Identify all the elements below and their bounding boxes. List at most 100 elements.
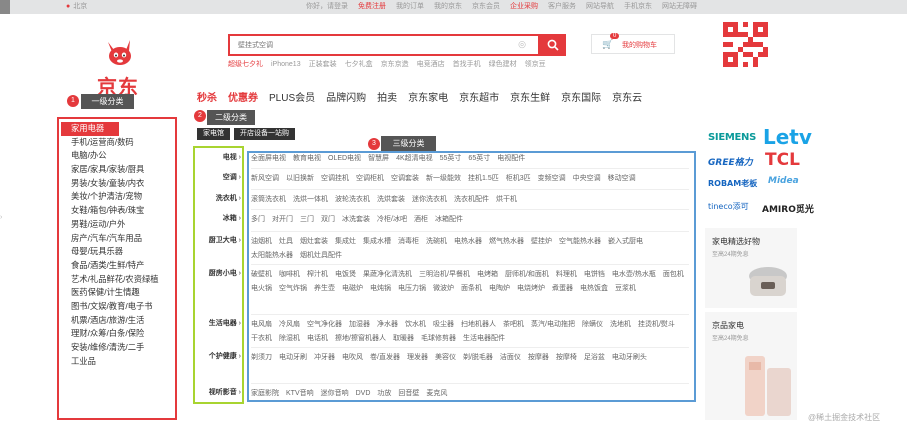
subcategory-name[interactable]: 电视 [197,152,241,162]
subcategory-link[interactable]: 榨汁机 [307,268,328,282]
location-selector[interactable]: ● 北京 [66,1,87,11]
category-item[interactable]: 家居/家具/家装/厨具 [59,163,175,177]
subcategory-link[interactable]: 55英寸 [440,152,462,166]
subcategory-link[interactable]: 养生壶 [314,282,335,296]
subcategory-name[interactable]: 冰箱 [197,213,241,223]
subcategory-link[interactable]: 除螨仪 [582,318,603,332]
subcategory-link[interactable]: 迷你洗衣机 [412,193,447,207]
subcategory-link[interactable]: 理发器 [407,351,428,365]
category-item[interactable]: 男装/女装/童装/内衣 [59,177,175,191]
brand-logo[interactable]: Letv [763,125,812,149]
subcategory-link[interactable]: 剃须刀 [251,351,272,365]
camera-search-icon[interactable]: ◎ [518,39,526,50]
hot-word-link[interactable]: 正装套装 [309,61,337,68]
cart-button[interactable]: 🛒 0 我的购物车 [591,33,675,54]
main-nav-item[interactable]: 京东云 [612,93,642,104]
top-link[interactable]: 我的京东 [434,3,462,10]
hot-word-link[interactable]: iPhone13 [271,61,301,68]
subcategory-link[interactable]: 麦克风 [426,387,447,401]
subcategory-link[interactable]: 净水器 [377,318,398,332]
top-link[interactable]: 免费注册 [358,3,386,10]
subcategory-link[interactable]: 全面屏电视 [251,152,286,166]
subcategory-link[interactable]: 回音壁 [398,387,419,401]
subcategory-link[interactable]: DVD [356,387,371,401]
category-item[interactable]: 工业品 [59,355,175,369]
subcategory-link[interactable]: 家庭影院 [251,387,279,401]
subcategory-link[interactable]: 4K超清电视 [396,152,433,166]
brand-logo[interactable]: AMIRO觅光 [762,202,814,215]
subcategory-name[interactable]: 生活电器 [197,318,241,328]
qr-code-icon[interactable] [723,22,768,67]
subcategory-link[interactable]: 空调挂机 [321,172,349,186]
main-nav-item[interactable]: 京东超市 [459,93,499,104]
main-nav-item[interactable]: 优惠券 [228,93,258,104]
subcategory-link[interactable]: 加湿器 [349,318,370,332]
subcategory-link[interactable]: 三门 [300,213,314,227]
category-item[interactable]: 安装/维修/清洗/二手 [59,341,175,355]
main-nav-item[interactable]: 京东国际 [561,93,601,104]
subcategory-link[interactable]: 擦地/擦窗机器人 [335,332,386,346]
subcategory-link[interactable]: 冷风扇 [279,318,300,332]
search-input[interactable] [230,36,520,54]
subcategory-link[interactable]: 太阳能热水器 [251,249,293,263]
hot-word-link[interactable]: 超级七夕礼 [228,61,263,68]
brand-logo[interactable]: ROBAM老板 [708,178,757,189]
hot-word-link[interactable]: 七夕礼盒 [345,61,373,68]
hot-word-link[interactable]: 首找手机 [453,61,481,68]
subcategory-link[interactable]: 茶吧机 [503,318,524,332]
top-link[interactable]: 网站无障碍 [662,3,697,10]
top-link[interactable]: 客户服务 [548,3,576,10]
subcategory-link[interactable]: 煮蛋器 [552,282,573,296]
category-item[interactable]: 女鞋/箱包/钟表/珠宝 [59,204,175,218]
subcategory-link[interactable]: 移动空调 [608,172,636,186]
subcategory-link[interactable]: 吸尘器 [433,318,454,332]
subcategory-link[interactable]: 冰洗套装 [342,213,370,227]
subcategory-link[interactable]: 消毒柜 [398,235,419,249]
subcategory-link[interactable]: 电烤箱 [477,268,498,282]
second-level-tag[interactable]: 家电馆 [197,128,230,140]
subcategory-link[interactable]: 剃/脱毛器 [463,351,493,365]
subcategory-link[interactable]: 嵌入式厨电 [608,235,643,249]
subcategory-link[interactable]: 多门 [251,213,265,227]
subcategory-link[interactable]: 新一级能效 [426,172,461,186]
subcategory-link[interactable]: 毛球修剪器 [421,332,456,346]
brand-logo[interactable]: Midea [768,176,799,186]
subcategory-link[interactable]: OLED电视 [328,152,361,166]
category-item[interactable]: 理财/众筹/白条/保险 [59,327,175,341]
subcategory-link[interactable]: 电水壶/热水瓶 [612,268,656,282]
subcategory-link[interactable]: 双门 [321,213,335,227]
top-link[interactable]: 企业采购 [510,3,538,10]
subcategory-link[interactable]: 功放 [377,387,391,401]
subcategory-link[interactable]: 空调柜机 [356,172,384,186]
subcategory-link[interactable]: 电饭煲 [335,268,356,282]
subcategory-link[interactable]: 空气净化器 [307,318,342,332]
subcategory-link[interactable]: 除湿机 [279,332,300,346]
subcategory-link[interactable]: 面条机 [461,282,482,296]
subcategory-link[interactable]: 电动牙刷 [279,351,307,365]
category-item[interactable]: 手机/运营商/数码 [59,136,175,150]
main-nav-item[interactable]: 秒杀 [197,93,217,104]
subcategory-link[interactable]: 洗地机 [610,318,631,332]
subcategory-name[interactable]: 空调 [197,172,241,182]
subcategory-link[interactable]: 灶具 [279,235,293,249]
subcategory-link[interactable]: 破壁机 [251,268,272,282]
subcategory-name[interactable]: 个护健康 [197,351,241,361]
subcategory-link[interactable]: 电压力锅 [398,282,426,296]
subcategory-link[interactable]: 洗碗机 [426,235,447,249]
subcategory-link[interactable]: 冰箱配件 [435,213,463,227]
main-nav-item[interactable]: PLUS会员 [269,93,315,104]
category-item[interactable]: 食品/酒类/生鲜/特产 [59,259,175,273]
category-item[interactable]: 艺术/礼品鲜花/农资绿植 [59,273,175,287]
brand-logo[interactable]: SIEMENS [708,132,756,143]
main-nav-item[interactable]: 拍卖 [377,93,397,104]
subcategory-link[interactable]: 新风空调 [251,172,279,186]
subcategory-link[interactable]: 厨师机/和面机 [505,268,549,282]
brand-logo[interactable]: TCL [765,150,800,170]
subcategory-link[interactable]: 变频空调 [538,172,566,186]
subcategory-link[interactable]: 教育电视 [293,152,321,166]
subcategory-link[interactable]: 电烧烤炉 [517,282,545,296]
subcategory-link[interactable]: 电动牙刷头 [612,351,647,365]
subcategory-link[interactable]: 洗衣机配件 [454,193,489,207]
subcategory-link[interactable]: 卷/直发器 [370,351,400,365]
subcategory-link[interactable]: 酒柜 [414,213,428,227]
